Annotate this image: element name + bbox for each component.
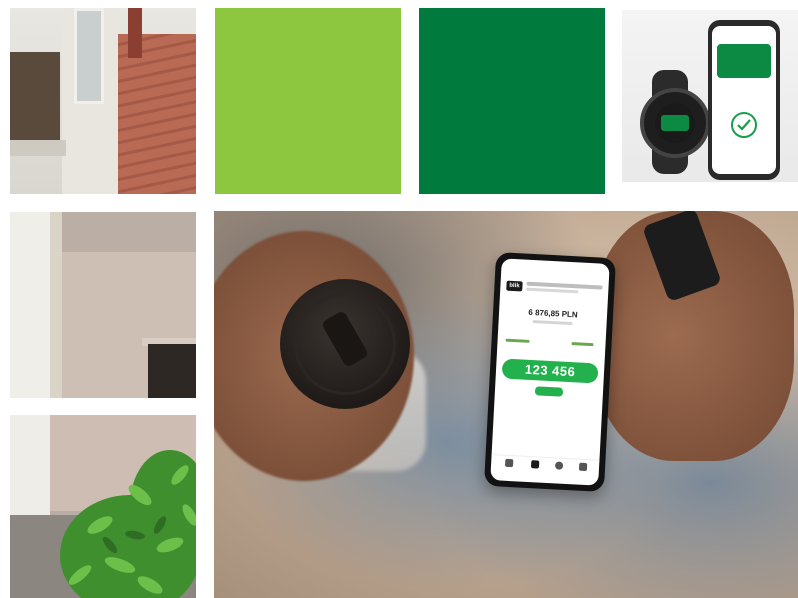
coffee-cup-lid: [280, 279, 410, 409]
photo-building-facade: [10, 8, 196, 194]
nav-list-icon: [578, 462, 588, 472]
phone-green-card: [717, 44, 771, 78]
check-icon: [731, 112, 757, 138]
photo-shrub: [10, 415, 196, 598]
light-green-tile: [215, 8, 401, 194]
facade-balcony-ledge: [10, 140, 66, 156]
blik-code: 123 456: [501, 358, 599, 384]
wall-cornice: [62, 212, 196, 252]
photo-watch-and-phone: [622, 10, 798, 182]
balance-amount: 6 876,85 PLN: [528, 307, 578, 320]
facade-roof: [118, 34, 196, 194]
left-link: [505, 338, 530, 343]
right-link: [571, 342, 594, 347]
facade-gutter: [128, 8, 142, 58]
phone-bottom-nav: [490, 454, 600, 475]
photo-building-wall: [10, 212, 196, 398]
wall-column-edge: [50, 212, 62, 398]
smartphone-small-screen: [712, 26, 776, 174]
shrub-leaves: [60, 450, 196, 598]
dark-green-tile: [419, 8, 605, 194]
facade-balcony: [10, 52, 60, 148]
copy-code-button: [534, 386, 564, 397]
phone-screen: blik 6 876,85 PLN 123 456: [490, 258, 610, 486]
watch-green-card: [661, 115, 689, 131]
nav-blik-icon: [530, 460, 540, 469]
wall-column: [10, 212, 50, 398]
nav-menu-icon: [504, 458, 514, 468]
smartphone-in-hand: blik 6 876,85 PLN 123 456: [483, 252, 617, 492]
facade-window: [74, 8, 104, 104]
watch-screen: [655, 103, 695, 143]
wall-doorway: [148, 344, 196, 398]
smartphone-small: [708, 20, 780, 180]
account-number-line: [526, 287, 579, 294]
blik-logo: blik: [506, 280, 523, 292]
nav-settings-icon: [554, 461, 564, 470]
balance-caption-line: [532, 320, 573, 326]
smartwatch: [640, 88, 710, 158]
photo-hands-cup-phone: blik 6 876,85 PLN 123 456: [214, 211, 798, 598]
phone-status-bar: [507, 263, 603, 278]
